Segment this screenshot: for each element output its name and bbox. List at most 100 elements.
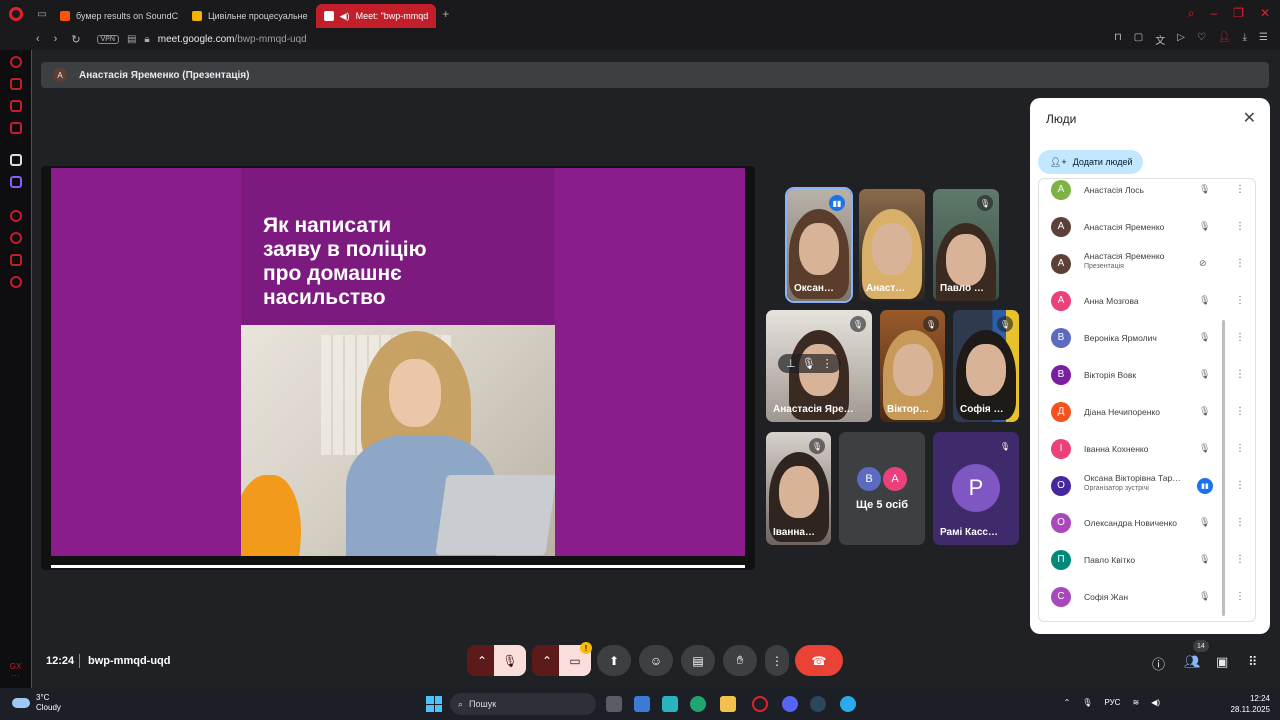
reader-icon[interactable]: ▤ (127, 34, 136, 45)
presenting-icon[interactable]: ⊘ (1199, 258, 1207, 269)
mic-off-icon[interactable]: 🎙︎ (1199, 332, 1210, 343)
more-options-icon[interactable]: ⋮ (1235, 443, 1245, 454)
telegram-icon[interactable] (840, 696, 856, 712)
app-icon[interactable] (662, 696, 678, 712)
list-item[interactable]: А Анна Мозгова 🎙︎ ⋮ (1039, 282, 1255, 319)
mic-off-icon[interactable]: 🎙︎ (1199, 443, 1210, 454)
opera-logo-icon[interactable] (0, 0, 32, 28)
more-options-icon[interactable]: ⋮ (1235, 258, 1245, 269)
history-icon[interactable] (9, 232, 22, 244)
more-options-icon[interactable]: ⋮ (1235, 221, 1245, 232)
mic-off-icon[interactable]: 🎙︎ (1199, 517, 1210, 528)
more-options-icon[interactable]: ⋮ (1235, 554, 1245, 565)
gift-icon[interactable] (9, 100, 22, 112)
raise-hand-button[interactable]: ✋︎ (723, 645, 757, 676)
new-tab-button[interactable]: + (436, 7, 455, 21)
settings-icon[interactable] (9, 276, 22, 288)
mic-off-icon[interactable]: 🎙︎ (1199, 221, 1210, 232)
reload-icon[interactable]: ↻ (71, 33, 80, 46)
workspaces-icon[interactable]: ▭ (32, 9, 52, 20)
mute-tile-icon[interactable]: 🎙︎ (802, 357, 816, 370)
extensions-icon[interactable] (9, 254, 22, 266)
news-icon[interactable] (9, 122, 22, 134)
participant-tile[interactable]: ⊥ 🎙︎ ⋮ 🎙︎ Анастасія Яре… (766, 310, 872, 422)
arc-icon[interactable] (9, 154, 22, 166)
tab-meet[interactable]: ◀) Meet: "bwp-mmqd (315, 4, 437, 28)
download-icon[interactable]: ⤓ (1243, 32, 1247, 47)
more-options-icon[interactable]: ⋮ (1235, 369, 1245, 380)
participant-tile[interactable]: 🎙︎ Павло … (933, 189, 999, 301)
chat-icon[interactable]: ▣ (1216, 654, 1228, 670)
list-item[interactable]: А Анастасія Яременко 🎙︎ ⋮ (1039, 208, 1255, 245)
microphone-icon[interactable]: 🎙︎ (1082, 698, 1092, 707)
taskbar-search[interactable]: ⌕ Пошук (450, 693, 596, 715)
list-item[interactable]: А Анастасія Яременко Презентація ⊘ ⋮ (1039, 245, 1255, 282)
search-tabs-icon[interactable]: ⌕ (1188, 6, 1195, 21)
file-explorer-icon[interactable] (720, 696, 736, 712)
edge-icon[interactable] (690, 696, 706, 712)
close-window-button[interactable]: ✕ (1260, 6, 1270, 21)
participant-tile[interactable]: Р 🎙︎ Рамі Касс… (933, 432, 1019, 545)
more-options-icon[interactable]: ⋮ (1235, 406, 1245, 417)
pin-tile-icon[interactable]: ⊥ (786, 357, 796, 370)
present-screen-button[interactable]: ⬆ (597, 645, 631, 676)
tab-soundcloud[interactable]: бумер results on SoundC (52, 4, 184, 28)
speaking-indicator-icon[interactable]: ▮▮ (1197, 477, 1213, 494)
pin-icon[interactable]: ⊓ (1114, 32, 1122, 47)
windows-start-icon[interactable] (426, 696, 442, 712)
audio-options-button[interactable]: ⌃ (467, 645, 497, 676)
player-icon[interactable] (9, 210, 22, 222)
info-icon[interactable]: ⓘ (1152, 654, 1165, 673)
presentation-view[interactable]: Як написати заяву в поліцію про домашнє … (41, 166, 755, 570)
more-options-button[interactable]: ⋮ (765, 645, 789, 676)
minimize-button[interactable]: – (1210, 6, 1217, 21)
audio-playing-icon[interactable]: ◀) (340, 11, 350, 22)
people-list-scrollbar[interactable] (1222, 320, 1225, 616)
leave-call-button[interactable]: ☎ (795, 645, 843, 676)
vpn-badge[interactable]: VPN (96, 34, 119, 44)
task-view-icon[interactable] (606, 696, 622, 712)
tab-civil-procedure[interactable]: Цивільне процесуальне (184, 4, 316, 28)
more-options-icon[interactable]: ⋮ (1235, 295, 1245, 306)
aria-icon[interactable] (9, 56, 22, 68)
participant-tile[interactable]: ▮▮ Оксан… (785, 187, 853, 303)
discord-icon[interactable] (782, 696, 798, 712)
more-options-icon[interactable]: ⋮ (1235, 591, 1245, 602)
menu-icon[interactable]: ☰ (1259, 32, 1268, 47)
heart-icon[interactable]: ♡ (1197, 32, 1206, 47)
mic-off-icon[interactable]: 🎙︎ (1199, 554, 1210, 565)
taskbar-clock[interactable]: 12:24 28.11.2025 (1231, 693, 1270, 715)
forward-icon[interactable]: › (54, 33, 58, 46)
list-item[interactable]: А Анастасія Лось 🎙︎ ⋮ (1039, 179, 1255, 208)
wifi-icon[interactable]: ≋ (1132, 698, 1139, 707)
captions-button[interactable]: ▤ (681, 645, 715, 676)
volume-icon[interactable]: ◀) (1151, 698, 1160, 707)
mic-off-icon[interactable]: 🎙︎ (1199, 591, 1210, 602)
opera-gx-icon[interactable] (752, 696, 768, 712)
more-options-icon[interactable]: ⋮ (1235, 184, 1245, 195)
mic-off-icon[interactable]: 🎙︎ (1199, 295, 1210, 306)
participant-tile[interactable]: 🎙︎ Софія … (953, 310, 1019, 422)
url-field[interactable]: meet.google.com/bwp-mmqd-uqd (158, 34, 307, 45)
profile-icon[interactable]: 👤︎ (1218, 32, 1231, 47)
more-participants-tile[interactable]: В А Ще 5 осіб (839, 432, 925, 545)
emoji-reaction-button[interactable]: ☺ (639, 645, 673, 676)
participant-tile[interactable]: Анаст… (859, 189, 925, 301)
participant-tile[interactable]: 🎙︎ Віктор… (880, 310, 945, 422)
more-options-icon[interactable]: ⋮ (1235, 480, 1245, 491)
steam-icon[interactable] (810, 696, 826, 712)
maximize-button[interactable]: ❐ (1233, 6, 1244, 21)
add-people-button[interactable]: 👤︎+ Додати людей (1038, 150, 1143, 174)
more-options-icon[interactable]: ⋮ (1235, 517, 1245, 528)
tile-more-icon[interactable]: ⋮ (822, 357, 833, 370)
chevron-up-icon[interactable]: ⌃ (1064, 698, 1071, 707)
language-indicator[interactable]: РУС (1104, 698, 1120, 707)
microphone-toggle-button[interactable]: 🎙︎ (494, 645, 526, 676)
more-options-icon[interactable]: ⋮ (1235, 332, 1245, 343)
gx-icon[interactable]: GX ··· (0, 662, 32, 680)
mic-off-icon[interactable]: 🎙︎ (1199, 406, 1210, 417)
snapshot-icon[interactable]: ▢ (1134, 32, 1143, 47)
people-icon[interactable]: 👥︎ (1184, 654, 1201, 670)
send-icon[interactable]: ▷ (1177, 32, 1185, 47)
game-icon[interactable] (9, 78, 22, 90)
